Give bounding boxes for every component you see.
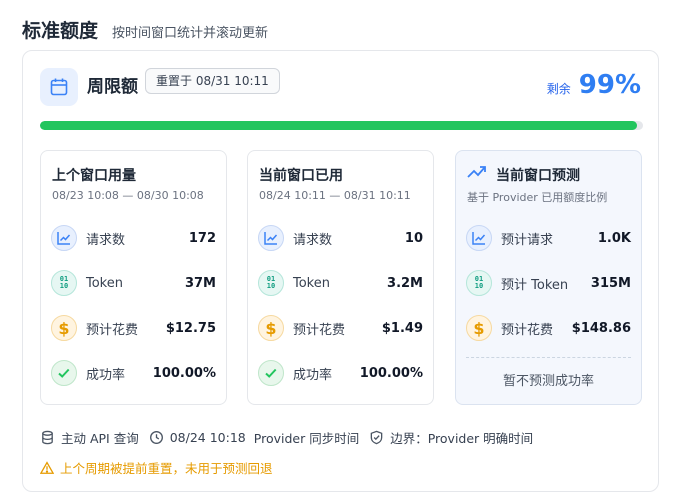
reset-warning: 上个周期被提前重置，未用于预测回退 <box>40 458 273 477</box>
stat-label: 请求数 <box>86 232 126 248</box>
binary-icon: 01 10 <box>51 270 77 296</box>
trending-up-icon <box>466 163 488 185</box>
stat-row-requests: 请求数 172 <box>51 223 216 253</box>
sync-time: 08/24 10:18 <box>169 430 246 445</box>
current-window-card: 当前窗口已用 08/24 10:11 — 08/31 10:11 请求数 10 … <box>247 150 434 405</box>
stat-value: 315M <box>590 275 631 291</box>
card-range: 08/24 10:11 — 08/31 10:11 <box>259 189 411 202</box>
stat-row-success: 成功率 100.00% <box>51 358 216 388</box>
line-chart-icon <box>466 225 492 251</box>
forecast-window-card: 当前窗口预测 基于 Provider 已用额度比例 预计请求 1.0K 01 1… <box>455 150 642 405</box>
page-header: 标准额度 按时间窗口统计并滚动更新 <box>22 16 268 43</box>
stat-row-token: 01 10 Token 3.2M <box>258 268 423 298</box>
binary-icon: 01 10 <box>258 270 284 296</box>
stat-value: 100.00% <box>152 365 216 381</box>
stat-value: 1.0K <box>597 230 631 246</box>
page-title: 标准额度 <box>22 20 99 42</box>
dollar-icon: $ <box>51 315 77 341</box>
stat-value: 172 <box>188 230 216 246</box>
remaining-label: 剩余 <box>546 82 571 96</box>
stat-label: 预计花费 <box>86 322 139 338</box>
stat-value: 100.00% <box>359 365 423 381</box>
card-range: 基于 Provider 已用额度比例 <box>467 191 608 204</box>
dollar-icon: $ <box>258 315 284 341</box>
reset-time-badge: 重置于 08/31 10:11 <box>145 68 280 94</box>
stat-label: Token <box>293 275 330 291</box>
divider <box>466 357 631 358</box>
stat-value: 37M <box>184 275 216 291</box>
stat-label: 成功率 <box>293 367 333 383</box>
stat-value: $12.75 <box>165 320 216 336</box>
calendar-icon <box>40 68 78 106</box>
boundary-info: 边界：Provider 明确时间 <box>390 431 534 446</box>
clock-icon <box>149 430 164 445</box>
no-prediction-note: 暂不预测成功率 <box>502 374 594 389</box>
stat-value: $148.86 <box>571 320 631 336</box>
dollar-icon: $ <box>466 315 492 341</box>
card-title: 当前窗口已用 <box>259 168 343 184</box>
stat-row-cost: $ 预计花费 $1.49 <box>258 313 423 343</box>
stat-label: 预计花费 <box>293 322 346 338</box>
shield-icon <box>369 430 384 445</box>
footer-meta: 主动 API 查询 08/24 10:18 Provider 同步时间 边界：P… <box>40 428 533 447</box>
stat-value: $1.49 <box>381 320 423 336</box>
check-icon <box>258 360 284 386</box>
stat-label: 预计 Token <box>501 277 569 293</box>
stat-label: 预计花费 <box>501 322 554 338</box>
previous-window-card: 上个窗口用量 08/23 10:08 — 08/30 10:08 请求数 172… <box>40 150 227 405</box>
card-title: 当前窗口预测 <box>496 168 580 184</box>
stat-row-cost: $ 预计花费 $148.86 <box>466 313 631 343</box>
stat-label: 请求数 <box>293 232 333 248</box>
quota-progress-fill <box>40 121 637 130</box>
stat-row-requests: 预计请求 1.0K <box>466 223 631 253</box>
binary-icon: 01 10 <box>466 270 492 296</box>
stat-label: 成功率 <box>86 367 126 383</box>
card-title: 上个窗口用量 <box>52 168 136 184</box>
database-icon <box>40 430 55 445</box>
stat-label: Token <box>86 275 123 291</box>
query-source: 主动 API 查询 <box>61 431 139 446</box>
stat-row-requests: 请求数 10 <box>258 223 423 253</box>
line-chart-icon <box>258 225 284 251</box>
stat-value: 3.2M <box>387 275 423 291</box>
stat-label: 预计请求 <box>501 232 554 248</box>
sync-time-source: Provider 同步时间 <box>253 431 360 446</box>
weekly-quota-card: 周限额 重置于 08/31 10:11 剩余 99% 上个窗口用量 08/23 … <box>22 50 659 492</box>
line-chart-icon <box>51 225 77 251</box>
quota-progress-bar <box>40 121 643 130</box>
card-range: 08/23 10:08 — 08/30 10:08 <box>52 189 204 202</box>
stat-row-cost: $ 预计花费 $12.75 <box>51 313 216 343</box>
stat-row-token: 01 10 Token 37M <box>51 268 216 298</box>
remaining-indicator: 剩余 99% <box>547 70 641 100</box>
check-icon <box>51 360 77 386</box>
stat-row-success: 成功率 100.00% <box>258 358 423 388</box>
warning-icon <box>40 460 54 475</box>
warning-text: 上个周期被提前重置，未用于预测回退 <box>60 461 273 476</box>
remaining-percent: 99% <box>578 70 641 100</box>
stat-value: 10 <box>404 230 423 246</box>
page-subtitle: 按时间窗口统计并滚动更新 <box>112 26 269 41</box>
weekly-limit-title: 周限额 <box>87 77 138 97</box>
stat-row-token: 01 10 预计 Token 315M <box>466 268 631 298</box>
